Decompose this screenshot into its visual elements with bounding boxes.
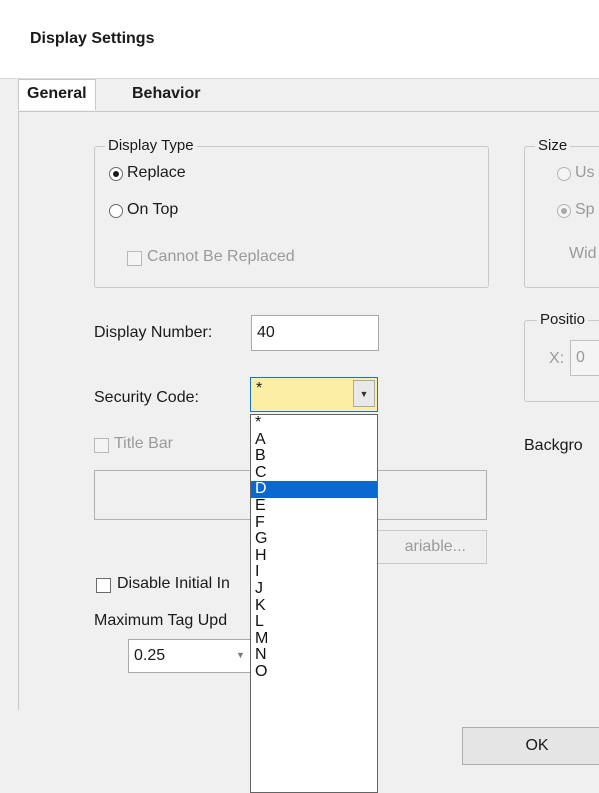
position-x-label: X: <box>549 350 565 367</box>
dropdown-option[interactable]: I <box>251 564 377 581</box>
on-top-radio[interactable] <box>109 204 123 218</box>
dropdown-option[interactable]: G <box>251 531 377 548</box>
chevron-down-icon[interactable]: ▼ <box>236 650 245 660</box>
size-option-1-label: Us <box>575 164 595 181</box>
cannot-be-replaced-checkbox[interactable] <box>127 251 142 266</box>
on-top-label: On Top <box>127 201 179 218</box>
dropdown-option[interactable]: C <box>251 464 377 482</box>
dropdown-option[interactable]: * <box>251 415 377 432</box>
dropdown-option[interactable]: D <box>251 481 377 498</box>
title-bar: Display Settings <box>0 0 599 79</box>
dropdown-option[interactable]: J <box>251 581 377 598</box>
security-code-dropdown-list[interactable]: * A B C D E F G H I J K L M N O <box>250 414 378 793</box>
position-label: Positio <box>537 311 589 328</box>
dropdown-option[interactable]: M <box>251 630 377 648</box>
dropdown-option[interactable]: O <box>251 664 377 681</box>
dropdown-option[interactable]: B <box>251 448 377 465</box>
window-title: Display Settings <box>30 30 155 47</box>
security-code-label: Security Code: <box>94 389 199 406</box>
dropdown-option[interactable]: A <box>251 431 377 449</box>
display-number-input[interactable]: 40 <box>251 315 379 351</box>
replace-radio[interactable] <box>109 167 123 181</box>
title-bar-checkbox[interactable] <box>94 438 109 453</box>
disable-initial-label: Disable Initial In <box>117 575 230 592</box>
size-option-2-radio[interactable] <box>557 204 571 218</box>
display-number-label: Display Number: <box>94 324 213 341</box>
ok-button[interactable]: OK <box>462 727 599 765</box>
dropdown-option[interactable]: K <box>251 597 377 615</box>
tab-behavior[interactable]: Behavior <box>124 80 208 108</box>
dropdown-option[interactable]: L <box>251 614 377 631</box>
dropdown-option[interactable]: F <box>251 514 377 532</box>
chevron-down-icon[interactable]: ▼ <box>353 380 375 407</box>
security-code-value: * <box>256 380 263 397</box>
display-settings-dialog: Display Settings General Behavior Displa… <box>0 0 599 793</box>
cannot-be-replaced-label: Cannot Be Replaced <box>147 248 295 265</box>
dropdown-option[interactable]: E <box>251 498 377 515</box>
title-bar-label: Title Bar <box>114 435 173 452</box>
size-option-2-label: Sp <box>575 201 595 218</box>
size-width-label: Wid <box>569 245 597 262</box>
display-type-label: Display Type <box>105 137 197 154</box>
dropdown-option[interactable]: H <box>251 547 377 565</box>
background-label: Backgro <box>524 437 583 454</box>
size-option-1-radio[interactable] <box>557 167 571 181</box>
replace-label: Replace <box>127 164 186 181</box>
security-code-combo[interactable]: * ▼ <box>250 377 378 412</box>
size-label: Size <box>535 137 571 154</box>
tab-general[interactable]: General <box>18 79 96 110</box>
disable-initial-checkbox[interactable] <box>96 578 111 593</box>
position-x-input[interactable]: 0 <box>570 340 599 376</box>
dropdown-option[interactable]: N <box>251 647 377 664</box>
max-tag-update-label: Maximum Tag Upd <box>94 612 228 629</box>
